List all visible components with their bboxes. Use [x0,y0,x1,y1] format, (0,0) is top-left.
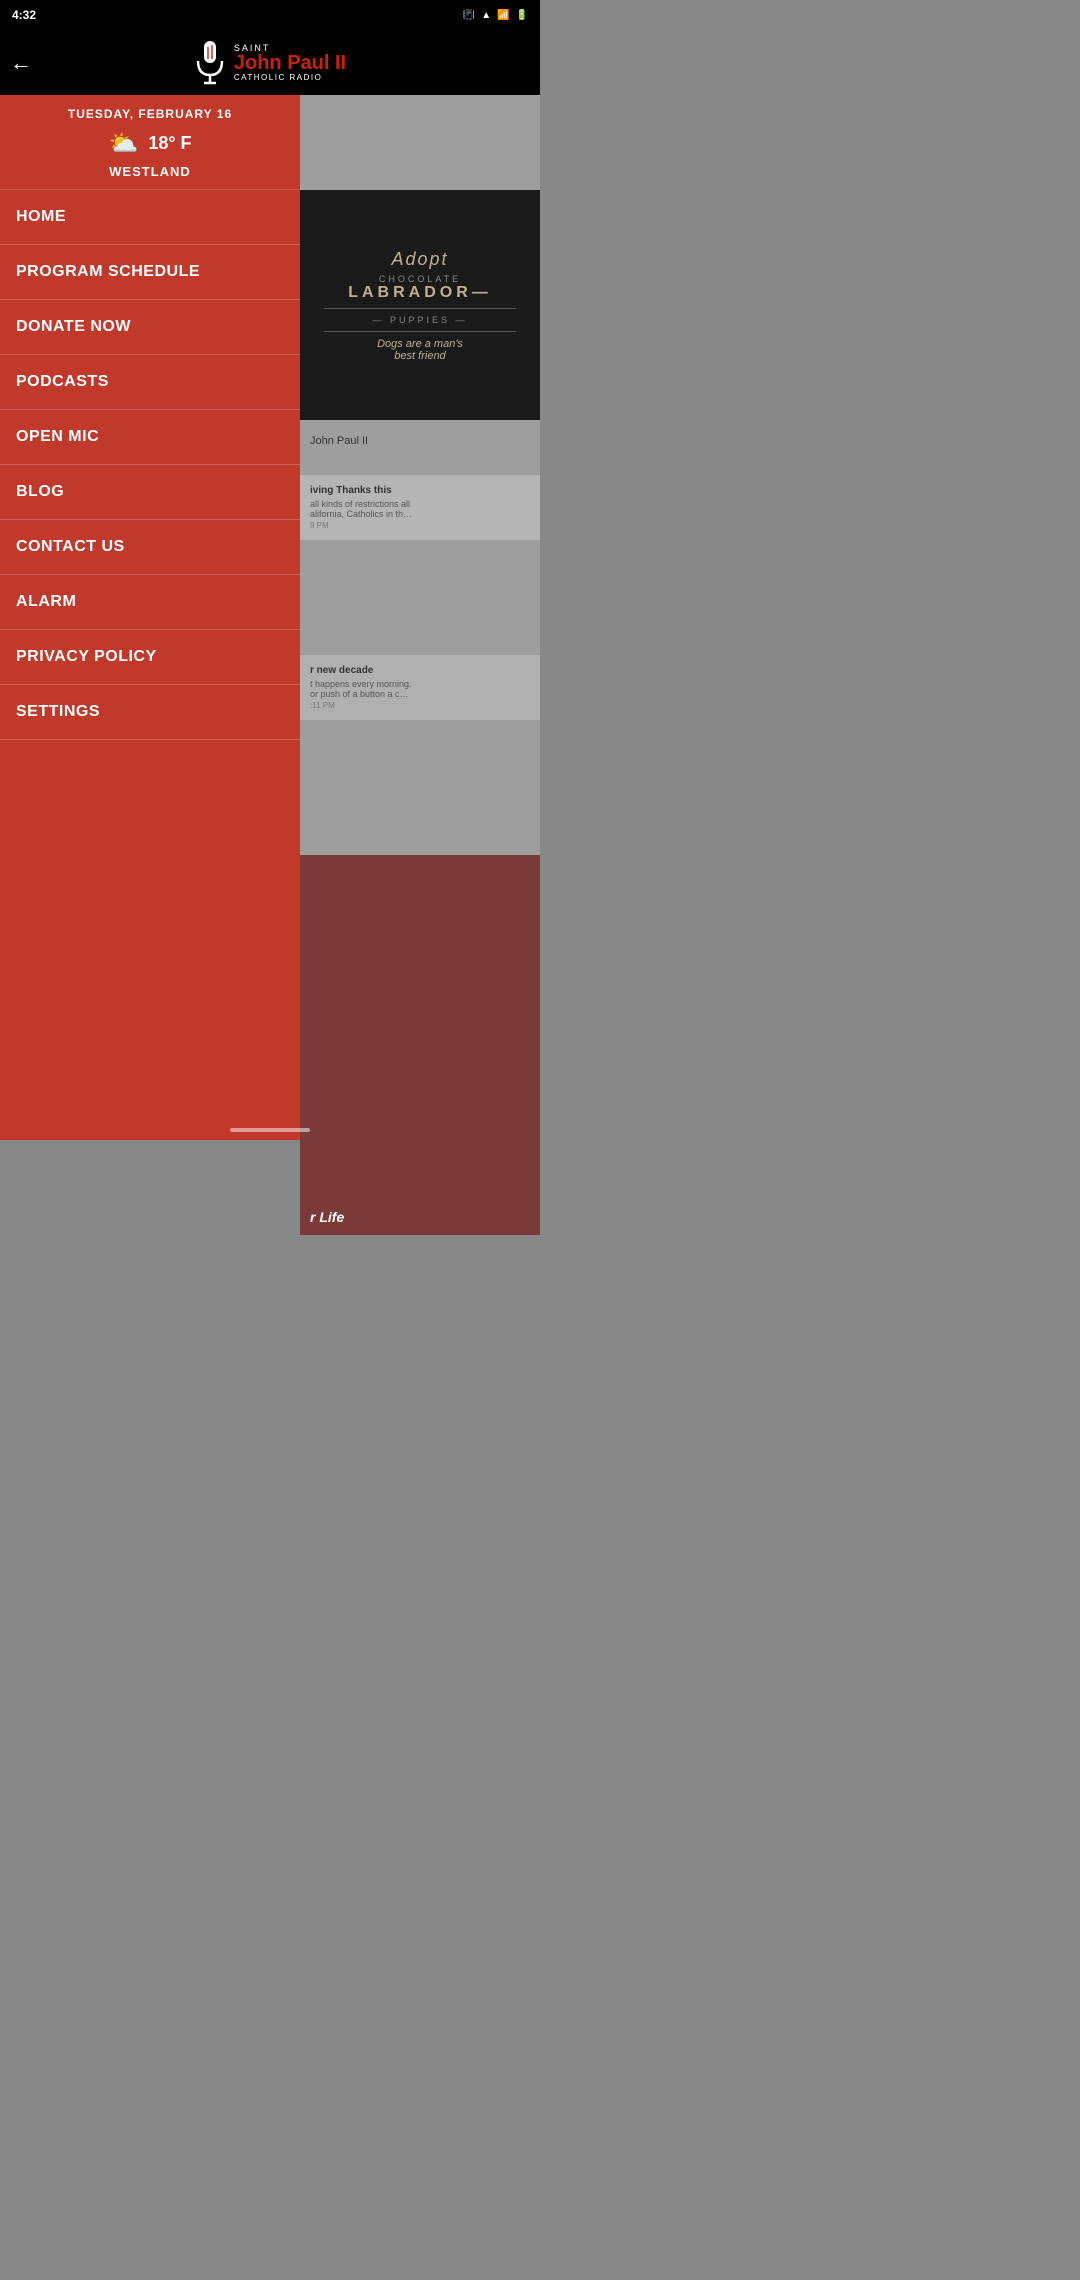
logo-mic-icon [194,39,226,87]
bg-story2: r new decade t happens every morning.or … [300,655,540,720]
ad-block: Adopt CHOCOLATE LABRADOR— — PUPPIES — Do… [300,190,540,420]
wifi-icon: ▲ [481,10,491,21]
ad-chocolate: CHOCOLATE [379,274,461,284]
bg-story3: r Life [300,855,540,1235]
vibrate-icon: 📳 [463,10,475,21]
sidebar: TUESDAY, FEBRUARY 16 ⛅ 18° F WESTLAND HO… [0,95,300,1140]
status-bar: 4:32 📳 ▲ 📶 🔋 [0,0,540,30]
signal-icon: 📶 [497,10,509,21]
weather-block: TUESDAY, FEBRUARY 16 ⛅ 18° F WESTLAND [0,95,300,190]
ad-slogan: Dogs are a man's best friend [377,338,463,362]
logo-subtitle: CATHOLIC RADIO [234,73,322,82]
weather-location: WESTLAND [16,164,284,179]
sidebar-item-settings[interactable]: SETTINGS [0,685,300,740]
top-header: ← SAINT John Paul II CATHOLIC RADIO [0,30,540,95]
sidebar-item-home[interactable]: HOME [0,190,300,245]
story1-snippet: all kinds of restrictions allalifornia, … [310,499,530,519]
ad-labrador: LABRADOR— [348,284,492,302]
story3-label: r Life [310,1209,344,1225]
bg-story1: iving Thanks this all kinds of restricti… [300,475,540,540]
sidebar-item-program-schedule[interactable]: PROGRAM SCHEDULE [0,245,300,300]
sidebar-item-contact-us[interactable]: CONTACT US [0,520,300,575]
weather-date: TUESDAY, FEBRUARY 16 [16,107,284,121]
sidebar-item-podcasts[interactable]: PODCASTS [0,355,300,410]
story1-title: iving Thanks this [310,485,530,496]
weather-icon: ⛅ [108,129,138,158]
battery-icon: 🔋 [516,10,528,21]
bottom-nav-indicator [230,1128,310,1132]
sidebar-item-donate-now[interactable]: DONATE NOW [0,300,300,355]
story2-time: :11 PM [310,701,530,710]
story1-time: 8 PM [310,521,530,530]
story2-title: r new decade [310,665,530,676]
ad-puppies: — PUPPIES — [372,315,467,325]
logo-text: SAINT John Paul II CATHOLIC RADIO [234,43,346,82]
sidebar-item-open-mic[interactable]: OPEN MIC [0,410,300,465]
ad-divider [324,308,516,309]
logo: SAINT John Paul II CATHOLIC RADIO [194,39,346,87]
sidebar-item-blog[interactable]: BLOG [0,465,300,520]
status-time: 4:32 [12,8,36,22]
story2-snippet: t happens every morning.or push of a but… [310,679,530,699]
ad-adopt: Adopt [391,249,448,270]
weather-row: ⛅ 18° F [16,129,284,158]
status-icons: 📳 ▲ 📶 🔋 [463,10,528,21]
sidebar-item-alarm[interactable]: ALARM [0,575,300,630]
back-button[interactable]: ← [10,50,32,76]
weather-temp: 18° F [148,133,191,154]
logo-name: John Paul II [234,53,346,73]
bg-jp2-label: John Paul II [300,425,540,457]
sidebar-item-privacy-policy[interactable]: PRIVACY POLICY [0,630,300,685]
ad-divider2 [324,331,516,332]
